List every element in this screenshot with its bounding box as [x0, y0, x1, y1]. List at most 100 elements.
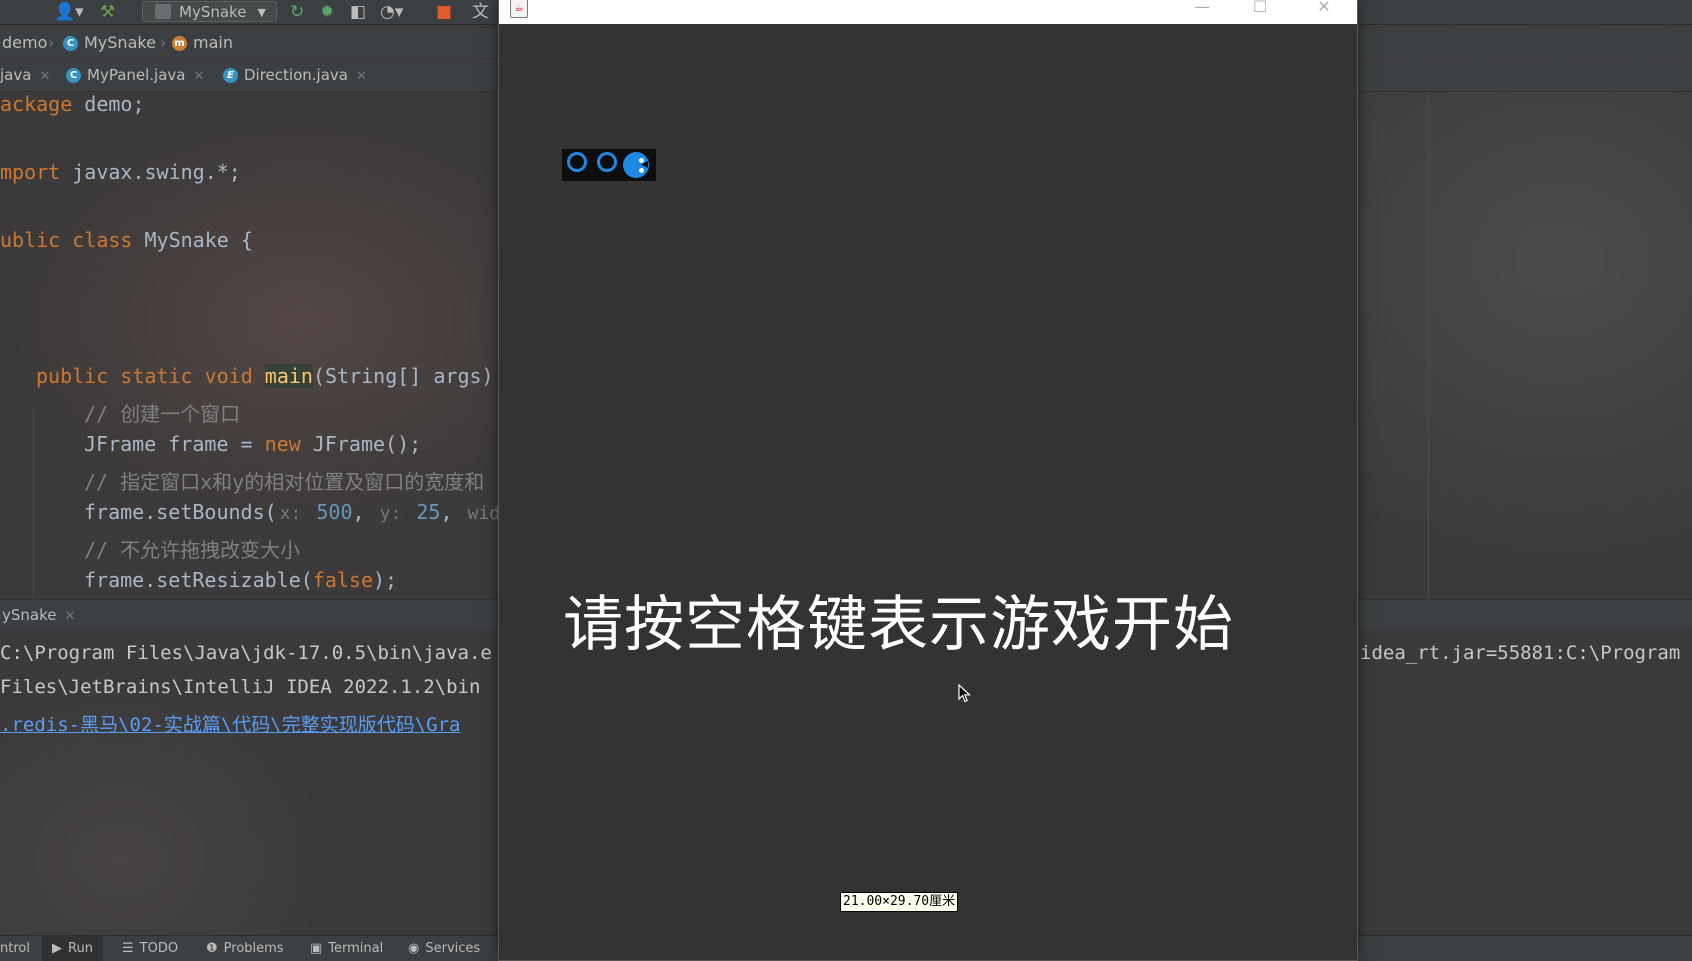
code-token: frame.setResizable(	[84, 568, 313, 592]
console-line: Files\JetBrains\IntelliJ IDEA 2022.1.2\b…	[0, 676, 481, 698]
mouse-cursor-icon	[958, 684, 972, 703]
code-token: ublic class	[0, 228, 133, 252]
tool-window-run[interactable]: ▶ Run	[42, 936, 103, 961]
code-line: JFrame frame = new JFrame();	[84, 432, 421, 456]
code-token: new	[264, 432, 301, 456]
code-token: main	[264, 364, 313, 388]
page-size-tooltip: 21.00×29.70厘米	[840, 892, 959, 912]
tab-label: MyPanel.java	[87, 66, 186, 84]
indent-guide	[33, 410, 34, 598]
play-icon: ▶	[52, 941, 62, 956]
tab-direction-java[interactable]: E Direction.java ✕	[223, 60, 367, 91]
breadcrumb-item-main[interactable]: m main	[172, 28, 233, 58]
console-line: C:\Program Files\Java\jdk-17.0.5\bin\jav…	[0, 642, 492, 664]
code-line: frame.setResizable(false);	[84, 568, 397, 592]
code-line: ublic class MySnake {	[0, 228, 253, 252]
snake	[562, 149, 656, 181]
close-icon[interactable]: ✕	[64, 609, 75, 624]
tab-label: java	[0, 66, 32, 84]
code-line: mport javax.swing.*;	[0, 160, 241, 184]
tool-window-label: Run	[68, 941, 93, 956]
code-token: public static void	[36, 364, 253, 388]
maximize-button[interactable]: ☐	[1237, 0, 1283, 18]
breadcrumb-separator: ›	[48, 33, 55, 52]
build-hammer-icon[interactable]: ⚒	[100, 2, 115, 22]
tool-window-label: TODO	[139, 941, 179, 956]
code-token: ackage	[0, 92, 73, 116]
chevron-down-icon: ▼	[257, 6, 266, 19]
code-token: javax.swing.*;	[60, 160, 241, 184]
run-config-select[interactable]: MySnake ▼	[142, 1, 277, 22]
code-token: mport	[0, 160, 61, 184]
run-config-label: MySnake	[179, 3, 247, 21]
run-tab-mysnake[interactable]: ySnake ✕	[2, 600, 75, 632]
code-token: MySnake {	[132, 228, 253, 252]
snake-body-segment	[567, 152, 587, 172]
snake-head	[623, 152, 649, 178]
tool-window-problems[interactable]: ❶ Problems	[206, 936, 284, 961]
debug-bug-icon[interactable]: ✹	[320, 2, 334, 22]
code-line: public static void main(String[] args)	[36, 364, 494, 388]
tool-window-terminal[interactable]: ▣ Terminal	[310, 936, 383, 961]
info-icon: ❶	[206, 941, 218, 956]
breadcrumb-separator: ›	[160, 33, 167, 52]
close-icon[interactable]: ✕	[39, 69, 50, 84]
close-icon[interactable]: ✕	[356, 69, 367, 84]
terminal-icon: ▣	[310, 941, 323, 956]
code-line: frame.setBounds(x: 500, y: 25, widt	[84, 500, 514, 524]
breadcrumb-label: MySnake	[84, 33, 156, 52]
code-comment: // 不允许拖拽改变大小	[84, 538, 301, 562]
class-icon: C	[66, 68, 81, 83]
code-line: ackage demo;	[0, 92, 145, 116]
profile-icon[interactable]: ◔▾	[380, 2, 403, 22]
code-token: frame.setBounds(	[84, 500, 277, 524]
console-link[interactable]: .redis-黑马\02-实战篇\代码\完整实现版代码\Gra	[0, 710, 460, 737]
tool-window-services[interactable]: ◉ Services	[408, 936, 480, 961]
code-token: JFrame();	[300, 432, 422, 456]
code-token: demo;	[72, 92, 145, 116]
param-hint: x:	[276, 503, 305, 524]
window-titlebar[interactable]: ☕ — ☐ ✕	[499, 0, 1357, 24]
stop-icon[interactable]: ■	[436, 2, 452, 22]
translate-icon[interactable]: 文	[472, 2, 489, 22]
snake-game-window[interactable]: ☕ — ☐ ✕ 请按空格键表示游戏开始 21.00×29.70厘米	[499, 0, 1357, 960]
code-token: (String[] args)	[312, 364, 494, 388]
breadcrumb-item-demo[interactable]: demo	[2, 28, 47, 58]
code-token: false	[312, 568, 373, 592]
code-token: 25	[416, 500, 441, 524]
tab-mypanel-java[interactable]: C MyPanel.java ✕	[66, 60, 204, 91]
user-icon[interactable]: 👤▾	[54, 2, 84, 22]
tool-window-label: Terminal	[328, 941, 384, 956]
list-icon: ☰	[122, 941, 134, 956]
console-line: idea_rt.jar=55881:C:\Program	[1360, 642, 1681, 664]
breadcrumb-label: main	[193, 33, 233, 52]
code-comment: // 创建一个窗口	[84, 402, 241, 426]
rerun-icon[interactable]: ↻	[290, 2, 304, 22]
code-token: 500	[316, 500, 353, 524]
breadcrumb-item-mysnake[interactable]: C MySnake	[63, 28, 156, 58]
close-button[interactable]: ✕	[1301, 0, 1347, 18]
minimize-button[interactable]: —	[1179, 0, 1225, 18]
snake-eye	[639, 168, 644, 173]
run-tab-label: ySnake	[2, 606, 57, 624]
enum-icon: E	[223, 68, 238, 83]
run-config-icon	[155, 4, 171, 19]
tool-window-label: Problems	[223, 941, 284, 956]
tab-label: Direction.java	[244, 66, 348, 84]
tool-window-todo[interactable]: ☰ TODO	[122, 936, 178, 961]
tool-window-label: Services	[425, 941, 481, 956]
tool-window-version-control[interactable]: ntrol	[0, 936, 30, 961]
class-icon: C	[63, 36, 78, 51]
editor-right-margin	[1428, 92, 1429, 598]
coverage-icon[interactable]: ◧	[350, 2, 366, 22]
tab-mysnake-java[interactable]: java ✕	[0, 60, 50, 91]
close-icon[interactable]: ✕	[193, 69, 204, 84]
snake-eye	[639, 158, 644, 163]
code-token: );	[373, 568, 398, 592]
java-icon: ☕	[510, 0, 528, 18]
snake-body-segment	[597, 152, 617, 172]
services-icon: ◉	[408, 941, 420, 956]
param-hint: y:	[376, 503, 405, 524]
code-token: JFrame frame =	[84, 432, 265, 456]
code-comment: // 指定窗口x和y的相对位置及窗口的宽度和	[84, 470, 485, 494]
